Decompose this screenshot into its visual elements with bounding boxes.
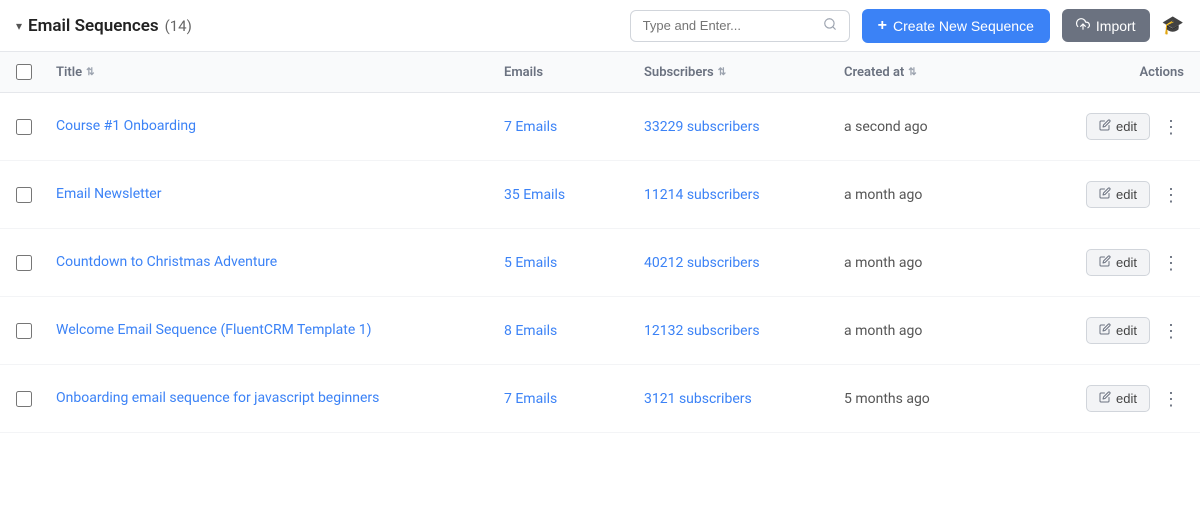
row-title-2[interactable]: Countdown to Christmas Adventure bbox=[56, 253, 504, 273]
edit-button-1[interactable]: edit bbox=[1086, 181, 1150, 208]
more-options-button-4[interactable]: ⋮ bbox=[1158, 388, 1184, 410]
table-row: Countdown to Christmas Adventure 5 Email… bbox=[0, 229, 1200, 297]
search-icon bbox=[823, 17, 837, 35]
select-all-checkbox[interactable] bbox=[16, 64, 32, 80]
row-actions-4: edit ⋮ bbox=[1044, 385, 1184, 412]
chevron-down-icon[interactable]: ▾ bbox=[16, 19, 22, 33]
row-checkbox-3[interactable] bbox=[16, 323, 32, 339]
row-created-0: a second ago bbox=[844, 119, 1044, 135]
header-title-area: ▾ Email Sequences (14) bbox=[16, 16, 618, 36]
edit-button-2[interactable]: edit bbox=[1086, 249, 1150, 276]
row-checkbox-cell[interactable] bbox=[16, 391, 56, 407]
sequence-link-0[interactable]: Course #1 Onboarding bbox=[56, 118, 196, 134]
more-options-button-2[interactable]: ⋮ bbox=[1158, 252, 1184, 274]
row-emails-1: 35 Emails bbox=[504, 187, 644, 203]
row-checkbox-0[interactable] bbox=[16, 119, 32, 135]
row-subscribers-1: 11214 subscribers bbox=[644, 187, 844, 203]
row-checkbox-cell[interactable] bbox=[16, 119, 56, 135]
search-input[interactable] bbox=[643, 18, 815, 33]
sequence-link-1[interactable]: Email Newsletter bbox=[56, 186, 161, 202]
more-options-button-3[interactable]: ⋮ bbox=[1158, 320, 1184, 342]
upload-icon bbox=[1076, 17, 1090, 34]
table-row: Email Newsletter 35 Emails 11214 subscri… bbox=[0, 161, 1200, 229]
row-checkbox-1[interactable] bbox=[16, 187, 32, 203]
sequence-link-3[interactable]: Welcome Email Sequence (FluentCRM Templa… bbox=[56, 322, 371, 338]
table-row: Course #1 Onboarding 7 Emails 33229 subs… bbox=[0, 93, 1200, 161]
pencil-icon bbox=[1099, 391, 1111, 406]
create-button-label: Create New Sequence bbox=[893, 18, 1034, 34]
row-title-4[interactable]: Onboarding email sequence for javascript… bbox=[56, 389, 504, 409]
row-emails-2: 5 Emails bbox=[504, 255, 644, 271]
import-button-label: Import bbox=[1096, 18, 1136, 34]
sort-created-icon: ⇅ bbox=[908, 67, 916, 78]
header-checkbox-cell[interactable] bbox=[16, 64, 56, 80]
row-created-2: a month ago bbox=[844, 255, 1044, 271]
pencil-icon bbox=[1099, 323, 1111, 338]
row-emails-0: 7 Emails bbox=[504, 119, 644, 135]
row-emails-4: 7 Emails bbox=[504, 391, 644, 407]
row-created-4: 5 months ago bbox=[844, 391, 1044, 407]
sequences-table: Title ⇅ Emails Subscribers ⇅ Created at … bbox=[0, 52, 1200, 433]
pencil-icon bbox=[1099, 119, 1111, 134]
row-actions-3: edit ⋮ bbox=[1044, 317, 1184, 344]
column-header-created-at[interactable]: Created at ⇅ bbox=[844, 64, 1044, 80]
column-header-subscribers[interactable]: Subscribers ⇅ bbox=[644, 64, 844, 80]
pencil-icon bbox=[1099, 255, 1111, 270]
sequence-count: (14) bbox=[165, 17, 192, 35]
search-box[interactable] bbox=[630, 10, 850, 42]
row-title-3[interactable]: Welcome Email Sequence (FluentCRM Templa… bbox=[56, 321, 504, 341]
sequence-link-2[interactable]: Countdown to Christmas Adventure bbox=[56, 254, 277, 270]
row-actions-1: edit ⋮ bbox=[1044, 181, 1184, 208]
table-header-row: Title ⇅ Emails Subscribers ⇅ Created at … bbox=[0, 52, 1200, 93]
row-actions-0: edit ⋮ bbox=[1044, 113, 1184, 140]
row-checkbox-cell[interactable] bbox=[16, 323, 56, 339]
row-created-3: a month ago bbox=[844, 323, 1044, 339]
edit-button-3[interactable]: edit bbox=[1086, 317, 1150, 344]
sort-subscribers-icon: ⇅ bbox=[718, 67, 726, 78]
create-new-sequence-button[interactable]: + Create New Sequence bbox=[862, 9, 1050, 43]
more-options-button-1[interactable]: ⋮ bbox=[1158, 184, 1184, 206]
plus-icon: + bbox=[878, 17, 887, 35]
row-subscribers-3: 12132 subscribers bbox=[644, 323, 844, 339]
row-subscribers-0: 33229 subscribers bbox=[644, 119, 844, 135]
row-title-1[interactable]: Email Newsletter bbox=[56, 185, 504, 205]
edit-button-0[interactable]: edit bbox=[1086, 113, 1150, 140]
more-options-button-0[interactable]: ⋮ bbox=[1158, 116, 1184, 138]
column-header-title[interactable]: Title ⇅ bbox=[56, 64, 504, 80]
row-created-1: a month ago bbox=[844, 187, 1044, 203]
edit-button-4[interactable]: edit bbox=[1086, 385, 1150, 412]
sort-title-icon: ⇅ bbox=[86, 67, 94, 78]
row-subscribers-2: 40212 subscribers bbox=[644, 255, 844, 271]
row-emails-3: 8 Emails bbox=[504, 323, 644, 339]
row-checkbox-2[interactable] bbox=[16, 255, 32, 271]
import-button[interactable]: Import bbox=[1062, 9, 1150, 42]
page-title: Email Sequences bbox=[28, 16, 159, 36]
row-checkbox-4[interactable] bbox=[16, 391, 32, 407]
page-header: ▾ Email Sequences (14) + Create New Sequ… bbox=[0, 0, 1200, 52]
table-row: Welcome Email Sequence (FluentCRM Templa… bbox=[0, 297, 1200, 365]
graduation-cap-icon[interactable]: 🎓 bbox=[1162, 15, 1184, 36]
row-title-0[interactable]: Course #1 Onboarding bbox=[56, 117, 504, 137]
column-header-emails[interactable]: Emails bbox=[504, 64, 644, 80]
table-row: Onboarding email sequence for javascript… bbox=[0, 365, 1200, 433]
row-checkbox-cell[interactable] bbox=[16, 187, 56, 203]
column-header-actions: Actions bbox=[1044, 64, 1184, 80]
row-subscribers-4: 3121 subscribers bbox=[644, 391, 844, 407]
sequence-link-4[interactable]: Onboarding email sequence for javascript… bbox=[56, 390, 379, 406]
row-actions-2: edit ⋮ bbox=[1044, 249, 1184, 276]
row-checkbox-cell[interactable] bbox=[16, 255, 56, 271]
pencil-icon bbox=[1099, 187, 1111, 202]
table-body: Course #1 Onboarding 7 Emails 33229 subs… bbox=[0, 93, 1200, 433]
